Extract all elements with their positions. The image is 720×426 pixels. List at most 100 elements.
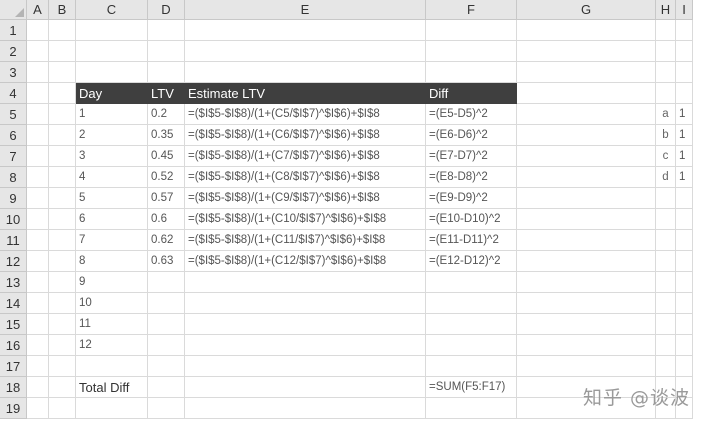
cell-a17[interactable] xyxy=(27,356,49,377)
cell-h9[interactable] xyxy=(656,188,676,209)
cell-estimate-e11[interactable]: =($I$5-$I$8)/(1+(C11/$I$7)^$I$6)+$I$8 xyxy=(185,230,426,251)
cell-a14[interactable] xyxy=(27,293,49,314)
cell-a4[interactable] xyxy=(27,83,49,104)
cell-b18[interactable] xyxy=(49,377,76,398)
cell-i15[interactable] xyxy=(676,314,693,335)
cell-i9[interactable] xyxy=(676,188,693,209)
cell-b5[interactable] xyxy=(49,104,76,125)
cell-ltv-d9[interactable]: 0.57 xyxy=(148,188,185,209)
cell-d16[interactable] xyxy=(148,335,185,356)
column-header-g[interactable]: G xyxy=(517,0,656,20)
cell-day-c13[interactable]: 9 xyxy=(76,272,148,293)
cell-h1[interactable] xyxy=(656,20,676,41)
cell-estimate-e10[interactable]: =($I$5-$I$8)/(1+(C10/$I$7)^$I$6)+$I$8 xyxy=(185,209,426,230)
cell-day-c9[interactable]: 5 xyxy=(76,188,148,209)
cell-diff-f7[interactable]: =(E7-D7)^2 xyxy=(426,146,517,167)
cell-g7[interactable] xyxy=(517,146,656,167)
cell-h14[interactable] xyxy=(656,293,676,314)
cell-b9[interactable] xyxy=(49,188,76,209)
cell-param-value-i7[interactable]: 1 xyxy=(676,146,693,167)
cell-a7[interactable] xyxy=(27,146,49,167)
cell-g2[interactable] xyxy=(517,41,656,62)
column-header-f[interactable]: F xyxy=(426,0,517,20)
cell-b3[interactable] xyxy=(49,62,76,83)
cell-b1[interactable] xyxy=(49,20,76,41)
cell-param-name-h7[interactable]: c xyxy=(656,146,676,167)
column-header-b[interactable]: B xyxy=(49,0,76,20)
cell-e19[interactable] xyxy=(185,398,426,419)
cell-i17[interactable] xyxy=(676,356,693,377)
cell-ltv-d6[interactable]: 0.35 xyxy=(148,125,185,146)
cell-diff-f10[interactable]: =(E10-D10)^2 xyxy=(426,209,517,230)
cell-a19[interactable] xyxy=(27,398,49,419)
cell-b7[interactable] xyxy=(49,146,76,167)
cell-day-c6[interactable]: 2 xyxy=(76,125,148,146)
cell-total-label-c18[interactable]: Total Diff xyxy=(76,377,148,398)
cell-h4[interactable] xyxy=(656,83,676,104)
cell-b8[interactable] xyxy=(49,167,76,188)
cell-f16[interactable] xyxy=(426,335,517,356)
cell-day-c15[interactable]: 11 xyxy=(76,314,148,335)
cell-ltv-d8[interactable]: 0.52 xyxy=(148,167,185,188)
cell-d1[interactable] xyxy=(148,20,185,41)
cell-a3[interactable] xyxy=(27,62,49,83)
cell-g6[interactable] xyxy=(517,125,656,146)
column-header-a[interactable]: A xyxy=(27,0,49,20)
cell-day-c10[interactable]: 6 xyxy=(76,209,148,230)
row-header-18[interactable]: 18 xyxy=(0,377,27,398)
cell-g8[interactable] xyxy=(517,167,656,188)
cell-b14[interactable] xyxy=(49,293,76,314)
row-header-6[interactable]: 6 xyxy=(0,125,27,146)
cell-g1[interactable] xyxy=(517,20,656,41)
cell-i13[interactable] xyxy=(676,272,693,293)
cell-ltv-d11[interactable]: 0.62 xyxy=(148,230,185,251)
row-header-4[interactable]: 4 xyxy=(0,83,27,104)
cell-d19[interactable] xyxy=(148,398,185,419)
cell-e2[interactable] xyxy=(185,41,426,62)
row-header-17[interactable]: 17 xyxy=(0,356,27,377)
cell-param-name-h6[interactable]: b xyxy=(656,125,676,146)
cell-total-formula-f18[interactable]: =SUM(F5:F17) xyxy=(426,377,517,398)
cell-b13[interactable] xyxy=(49,272,76,293)
cell-h2[interactable] xyxy=(656,41,676,62)
cell-d15[interactable] xyxy=(148,314,185,335)
cell-b4[interactable] xyxy=(49,83,76,104)
column-header-i[interactable]: I xyxy=(676,0,693,20)
cell-f19[interactable] xyxy=(426,398,517,419)
cell-a13[interactable] xyxy=(27,272,49,293)
cell-diff-f11[interactable]: =(E11-D11)^2 xyxy=(426,230,517,251)
cell-i4[interactable] xyxy=(676,83,693,104)
cell-day-c7[interactable]: 3 xyxy=(76,146,148,167)
row-header-19[interactable]: 19 xyxy=(0,398,27,419)
cell-d17[interactable] xyxy=(148,356,185,377)
cell-d13[interactable] xyxy=(148,272,185,293)
header-f-f4[interactable]: Diff xyxy=(426,83,517,104)
cell-h3[interactable] xyxy=(656,62,676,83)
cell-param-name-h5[interactable]: a xyxy=(656,104,676,125)
cell-f14[interactable] xyxy=(426,293,517,314)
cell-ltv-d10[interactable]: 0.6 xyxy=(148,209,185,230)
row-header-9[interactable]: 9 xyxy=(0,188,27,209)
cell-d2[interactable] xyxy=(148,41,185,62)
cell-ltv-d5[interactable]: 0.2 xyxy=(148,104,185,125)
cell-h11[interactable] xyxy=(656,230,676,251)
cell-h12[interactable] xyxy=(656,251,676,272)
cell-b15[interactable] xyxy=(49,314,76,335)
cell-a6[interactable] xyxy=(27,125,49,146)
row-header-5[interactable]: 5 xyxy=(0,104,27,125)
cell-h10[interactable] xyxy=(656,209,676,230)
cell-diff-f9[interactable]: =(E9-D9)^2 xyxy=(426,188,517,209)
cell-g15[interactable] xyxy=(517,314,656,335)
cell-param-value-i8[interactable]: 1 xyxy=(676,167,693,188)
cell-i3[interactable] xyxy=(676,62,693,83)
cell-b17[interactable] xyxy=(49,356,76,377)
cell-a16[interactable] xyxy=(27,335,49,356)
cell-e14[interactable] xyxy=(185,293,426,314)
cell-a2[interactable] xyxy=(27,41,49,62)
cell-d3[interactable] xyxy=(148,62,185,83)
cell-f1[interactable] xyxy=(426,20,517,41)
cell-c17[interactable] xyxy=(76,356,148,377)
cell-i16[interactable] xyxy=(676,335,693,356)
cell-param-value-i5[interactable]: 1 xyxy=(676,104,693,125)
cell-e15[interactable] xyxy=(185,314,426,335)
